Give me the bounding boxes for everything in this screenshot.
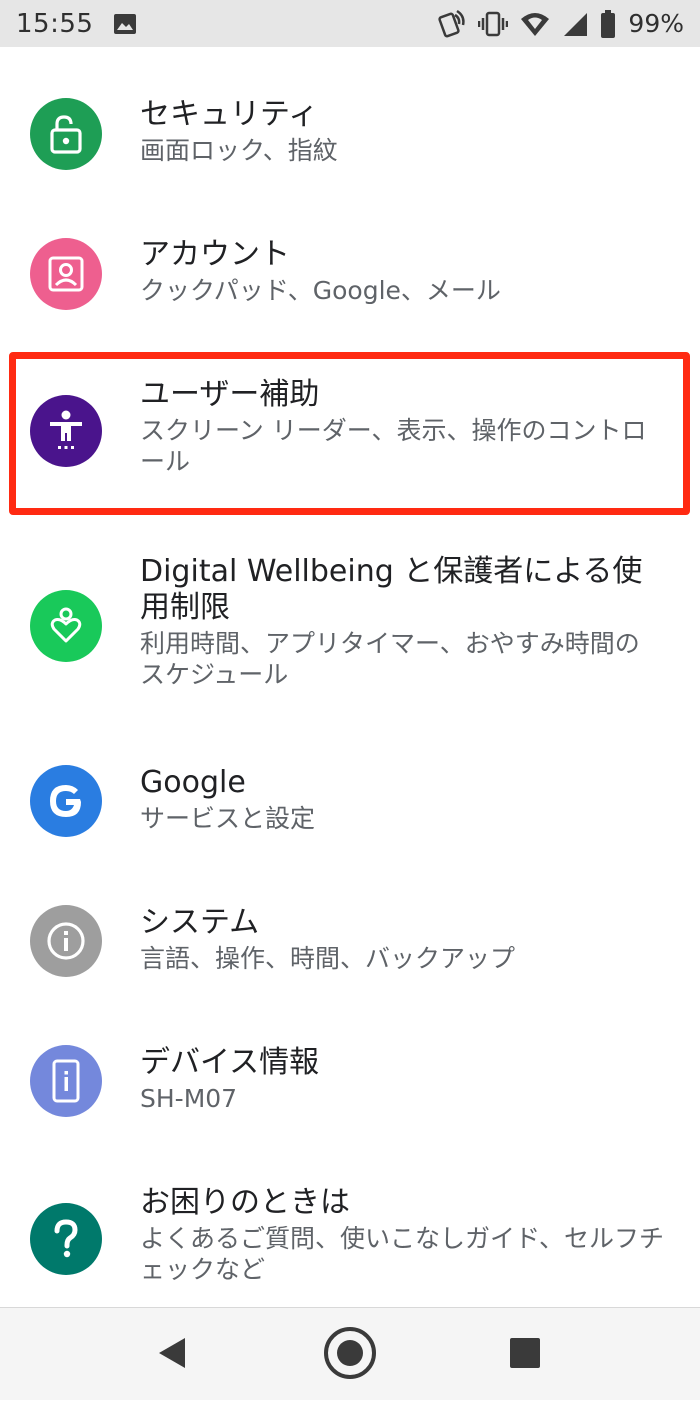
settings-list: セキュリティ 画面ロック、指紋 アカウント クックパッド、Google、メール — [0, 47, 700, 1307]
account-box-icon — [30, 238, 102, 310]
cell-signal-icon — [562, 11, 588, 37]
status-time: 15:55 — [16, 8, 94, 39]
item-summary: SH-M07 — [140, 1084, 238, 1113]
lock-open-icon — [30, 98, 102, 170]
item-title: セキュリティ — [140, 97, 319, 132]
nfc-icon — [438, 9, 466, 39]
info-icon — [30, 905, 102, 977]
settings-item-device-info[interactable]: デバイス情報 SH-M07 — [0, 1027, 700, 1157]
settings-item-security[interactable]: セキュリティ 画面ロック、指紋 — [0, 67, 700, 197]
item-title: デバイス情報 — [140, 1045, 320, 1080]
settings-item-google[interactable]: Google サービスと設定 — [0, 747, 700, 877]
item-title: お困りのときは — [140, 1185, 350, 1220]
battery-percent: 99% — [628, 9, 684, 38]
highlight-box — [9, 352, 690, 515]
battery-icon — [600, 9, 616, 38]
item-summary: サービスと設定 — [140, 804, 316, 833]
item-title: アカウント — [140, 237, 290, 272]
item-summary: 言語、操作、時間、バックアップ — [140, 944, 516, 973]
help-icon — [30, 1203, 102, 1275]
item-summary: よくあるご質問、使いこなしガイド、セルフチェックなど — [140, 1224, 665, 1284]
settings-item-system[interactable]: システム 言語、操作、時間、バックアップ — [0, 887, 700, 1017]
navigation-bar — [0, 1307, 700, 1400]
item-summary: 利用時間、アプリタイマー、おやすみ時間のスケジュール — [140, 629, 640, 689]
item-title: Digital Wellbeing と保護者による使用制限 — [140, 554, 643, 625]
settings-item-help[interactable]: お困りのときは よくあるご質問、使いこなしガイド、セルフチェックなど — [0, 1167, 700, 1307]
wellbeing-heart-icon — [30, 590, 102, 662]
vibrate-icon — [478, 11, 509, 37]
google-g-icon — [30, 765, 102, 837]
item-title: システム — [140, 905, 260, 940]
status-bar: 15:55 99% — [0, 0, 700, 47]
home-icon — [322, 1325, 378, 1385]
settings-item-account[interactable]: アカウント クックパッド、Google、メール — [0, 207, 700, 337]
item-summary: クックパッド、Google、メール — [140, 276, 501, 305]
settings-item-digital-wellbeing[interactable]: Digital Wellbeing と保護者による使用制限 利用時間、アプリタイ… — [0, 532, 700, 732]
image-notification-icon — [113, 13, 137, 35]
home-button[interactable] — [295, 1308, 405, 1401]
recents-button[interactable] — [470, 1308, 580, 1401]
wifi-icon — [520, 11, 550, 37]
recents-icon — [509, 1337, 541, 1373]
back-icon — [157, 1336, 189, 1374]
phone-info-icon — [30, 1045, 102, 1117]
item-title: Google — [140, 765, 246, 800]
item-summary: 画面ロック、指紋 — [140, 136, 338, 165]
back-button[interactable] — [118, 1308, 228, 1401]
